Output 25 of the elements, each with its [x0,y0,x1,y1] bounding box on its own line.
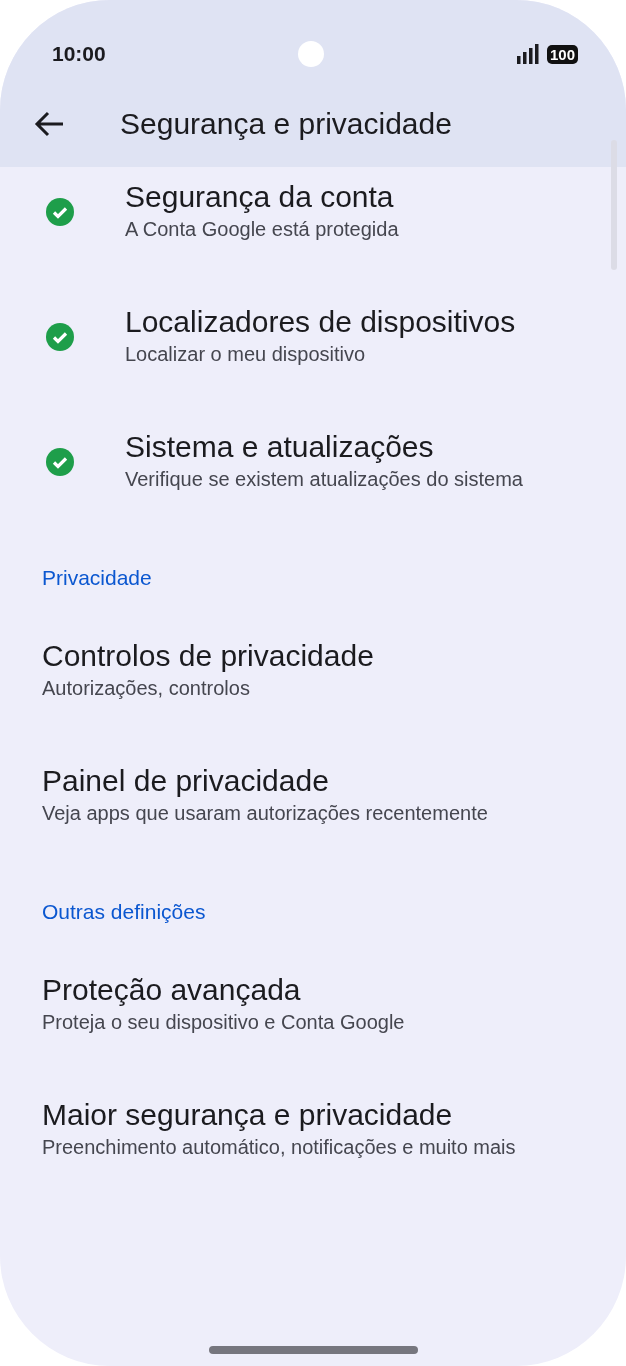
setting-description: Proteja o seu dispositivo e Conta Google [42,1010,405,1035]
setting-description: Preenchimento automático, notificações e muito mais [42,1135,516,1160]
battery-icon: 100 [546,44,578,64]
check-circle-icon [46,197,74,226]
setting-title[interactable]: Controlos de privacidade [42,638,374,674]
section-header: Privacidade [41,565,153,591]
setting-description: Verifique se existem atualizações do sistema [125,467,523,492]
setting-title[interactable]: Painel de privacidade [42,763,488,799]
setting-title[interactable]: Sistema e atualizações [125,429,523,465]
signal-icon [516,44,539,64]
section-header: Outras definições [41,899,207,925]
setting-description: Autorizações, controlos [42,676,251,701]
setting-description: Veja apps que usaram autorizações recentemente [42,801,488,826]
back-arrow-icon[interactable] [34,110,64,137]
check-circle-icon [46,447,74,476]
page-title: Segurança e privacidade [120,106,452,142]
setting-title[interactable]: Segurança da conta [125,179,399,215]
setting-description: Localizar o meu dispositivo [125,342,367,367]
setting-title[interactable]: Localizadores de dispositivos [125,304,516,340]
camera-icon [298,41,325,67]
status-time: 10:00 [52,41,106,68]
setting-description: A Conta Google está protegida [125,217,399,242]
setting-title[interactable]: Proteção avançada [42,972,405,1008]
setting-title[interactable]: Maior segurança e privacidade [42,1097,516,1133]
check-circle-icon [46,322,74,351]
